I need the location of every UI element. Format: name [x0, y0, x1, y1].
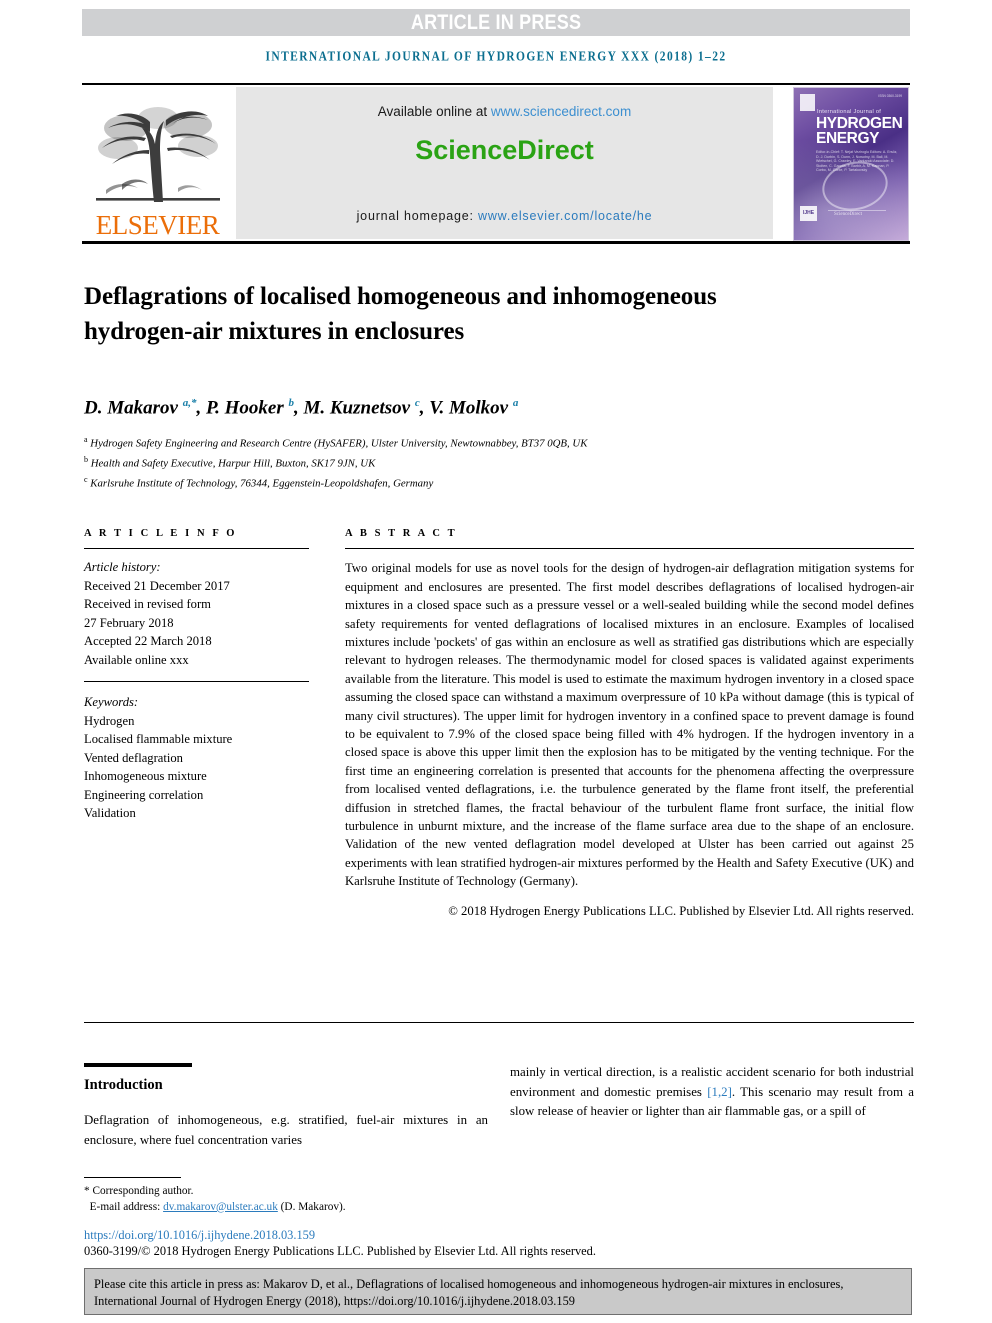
- affiliation-list: a Hydrogen Safety Engineering and Resear…: [84, 432, 914, 492]
- sciencedirect-banner: Available online at www.sciencedirect.co…: [236, 87, 773, 239]
- article-history-item: 27 February 2018: [84, 615, 174, 630]
- journal-homepage-prefix: journal homepage:: [356, 209, 479, 223]
- issn-copyright-line: 0360-3199/© 2018 Hydrogen Energy Publica…: [84, 1244, 596, 1258]
- affiliation-item: c Karlsruhe Institute of Technology, 763…: [84, 472, 914, 492]
- cover-top-left-badge: [800, 94, 815, 111]
- abstract-copyright: © 2018 Hydrogen Energy Publications LLC.…: [448, 903, 914, 918]
- page-title: Deflagrations of localised homogeneous a…: [84, 282, 717, 345]
- article-history-block: Article history: Received 21 December 20…: [84, 558, 309, 669]
- affiliation-mark: b: [84, 455, 88, 465]
- body-paragraph-right: mainly in vertical direction, is a reali…: [510, 1063, 914, 1122]
- journal-homepage-link[interactable]: www.elsevier.com/locate/he: [478, 209, 652, 223]
- cover-issn-mark: ISSN 0360-3199: [878, 94, 902, 98]
- corresponding-author-note: * Corresponding author.: [84, 1185, 194, 1198]
- cover-title-line1: HYDROGEN: [816, 115, 903, 132]
- affiliation-text: Hydrogen Safety Engineering and Research…: [90, 437, 588, 450]
- keyword-item: Hydrogen: [84, 713, 135, 728]
- body-column-right: mainly in vertical direction, is a reali…: [510, 1063, 914, 1122]
- journal-masthead: ELSEVIER Available online at www.science…: [82, 83, 910, 244]
- body-paragraph-left: Deflagration of inhomogeneous, e.g. stra…: [84, 1113, 488, 1147]
- journal-running-head: INTERNATIONAL JOURNAL OF HYDROGEN ENERGY…: [265, 50, 727, 64]
- available-online-prefix: Available online at: [377, 104, 491, 119]
- elsevier-wordmark: ELSEVIER: [95, 210, 220, 240]
- keyword-item: Validation: [84, 806, 136, 821]
- abstract-text: Two original models for use as novel too…: [345, 561, 914, 889]
- affiliation-mark: c: [84, 475, 88, 485]
- email-link[interactable]: dv.makarov@ulster.ac.uk: [163, 1201, 278, 1213]
- keyword-item: Inhomogeneous mixture: [84, 769, 207, 784]
- sciencedirect-url-link[interactable]: www.sciencedirect.com: [491, 104, 631, 119]
- article-history-label: Article history:: [84, 560, 161, 575]
- body-column-left: Introduction Deflagration of inhomogeneo…: [84, 1063, 488, 1150]
- article-in-press-banner: ARTICLE IN PRESS: [82, 9, 910, 36]
- journal-cover-thumbnail: ISSN 0360-3199 International Journal of …: [793, 87, 909, 241]
- sciencedirect-logo: ScienceDirect: [415, 135, 594, 165]
- abstract-heading: A B S T R A C T: [345, 528, 458, 539]
- affiliation-item: a Hydrogen Safety Engineering and Resear…: [84, 432, 914, 452]
- cover-editors-block: Editor-in-Chief: T. Nejat Veziroglu Edit…: [816, 150, 898, 173]
- email-label: E-mail address:: [89, 1200, 164, 1213]
- article-info-heading: A R T I C L E I N F O: [84, 528, 238, 539]
- footnote-block: * Corresponding author. E-mail address: …: [84, 1177, 488, 1215]
- affiliation-text: Karlsruhe Institute of Technology, 76344…: [90, 477, 434, 490]
- article-page: ARTICLE IN PRESS INTERNATIONAL JOURNAL O…: [0, 0, 992, 1323]
- keyword-item: Engineering correlation: [84, 787, 204, 802]
- author-list: D. Makarov a,*, P. Hooker b, M. Kuznetso…: [84, 397, 519, 419]
- cover-publisher-rule: [828, 210, 886, 211]
- article-history-item: Accepted 22 March 2018: [84, 634, 212, 649]
- available-online-line: Available online at www.sciencedirect.co…: [378, 104, 631, 119]
- cover-bottom-left-badge: IJHE: [800, 206, 817, 221]
- abstract-bottom-divider: [84, 1022, 914, 1024]
- keywords-label: Keywords:: [84, 695, 139, 710]
- affiliation-item: b Health and Safety Executive, Harpur Hi…: [84, 452, 914, 472]
- citation-reference-link[interactable]: [1,2]: [707, 1085, 732, 1099]
- article-info-rule: [84, 548, 309, 550]
- elsevier-logo: ELSEVIER: [85, 87, 230, 239]
- footnote-rule: [84, 1177, 181, 1179]
- email-note: E-mail address: dv.makarov@ulster.ac.uk …: [84, 1200, 488, 1216]
- affiliation-mark: a: [84, 435, 88, 444]
- cite-this-article-box: Please cite this article in press as: Ma…: [84, 1268, 912, 1315]
- article-in-press-label: ARTICLE IN PRESS: [410, 10, 582, 34]
- masthead-bottom-rule: [82, 241, 910, 244]
- article-history-item: Received in revised form: [84, 597, 211, 612]
- elsevier-tree-icon: [95, 107, 220, 202]
- keyword-item: Localised flammable mixture: [84, 732, 233, 747]
- abstract-section: A B S T R A C T Two original models for …: [345, 528, 914, 920]
- journal-homepage-line: journal homepage: www.elsevier.com/locat…: [357, 209, 653, 223]
- section-heading-rule: [84, 1063, 192, 1067]
- masthead-top-rule: [82, 83, 910, 85]
- doi-link[interactable]: https://doi.org/10.1016/j.ijhydene.2018.…: [84, 1228, 315, 1243]
- abstract-rule: [345, 548, 914, 550]
- article-history-item: Available online xxx: [84, 652, 189, 667]
- article-info-section: A R T I C L E I N F O Article history: R…: [84, 528, 309, 823]
- article-history-item: Received 21 December 2017: [84, 578, 230, 593]
- cite-this-article-text: Please cite this article in press as: Ma…: [94, 1277, 844, 1308]
- section-heading-introduction: Introduction: [84, 1077, 163, 1093]
- cover-title-line2: ENERGY: [816, 130, 880, 147]
- keywords-rule: [84, 681, 309, 683]
- email-suffix: (D. Makarov).: [277, 1200, 346, 1213]
- cover-publisher-mark: ScienceDirect: [834, 212, 863, 217]
- affiliation-text: Health and Safety Executive, Harpur Hill…: [90, 457, 376, 470]
- keywords-block: Keywords: Hydrogen Localised flammable m…: [84, 693, 309, 823]
- keyword-item: Vented deflagration: [84, 750, 183, 765]
